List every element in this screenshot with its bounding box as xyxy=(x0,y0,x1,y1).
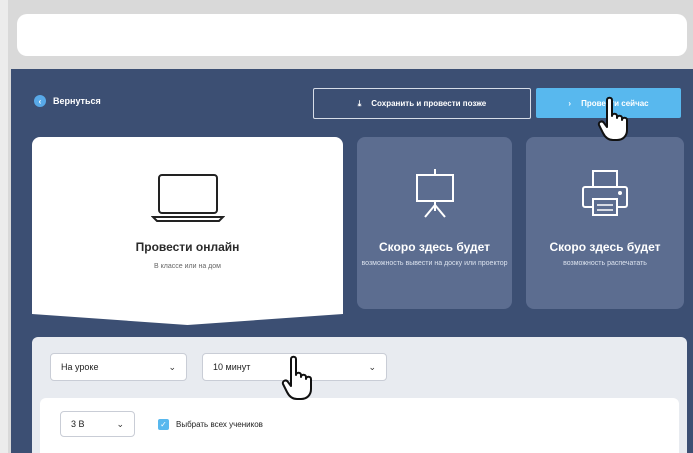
card-online-pointer xyxy=(32,305,343,325)
card-online-title: Провести онлайн xyxy=(135,240,240,254)
address-bar[interactable] xyxy=(17,14,687,56)
app-window: ‹ Вернуться ⤓ Сохранить и провести позже… xyxy=(11,69,693,453)
students-panel: 3 В ⌄ ✓ Выбрать всех учеников xyxy=(40,398,679,453)
settings-panel: На уроке ⌄ 10 минут ⌄ 3 В ⌄ ✓ Выбрать вс… xyxy=(32,337,687,453)
laptop-icon xyxy=(150,174,225,222)
printer-icon xyxy=(582,170,628,216)
back-label: Вернуться xyxy=(53,96,101,106)
chevron-down-icon: ⌄ xyxy=(168,361,176,372)
projector-board-icon xyxy=(415,169,454,218)
chevron-down-icon: ⌄ xyxy=(368,361,376,372)
duration-value: 10 минут xyxy=(213,362,251,372)
select-all-label: Выбрать всех учеников xyxy=(176,420,263,429)
class-select[interactable]: 3 В ⌄ xyxy=(60,411,135,437)
card-print-title: Скоро здесь будет xyxy=(549,240,661,254)
hand-cursor-icon xyxy=(281,355,312,400)
card-print-subtitle: возможность распечатать xyxy=(563,260,647,267)
select-all-checkbox[interactable]: ✓ Выбрать всех учеников xyxy=(158,419,263,430)
hand-cursor-icon xyxy=(597,96,628,141)
mode-select[interactable]: На уроке ⌄ xyxy=(50,353,187,381)
card-online[interactable]: Провести онлайн В классе или на дом xyxy=(32,137,343,307)
download-icon: ⤓ xyxy=(357,98,362,108)
card-board-title: Скоро здесь будет xyxy=(379,240,490,254)
back-arrow-icon: ‹ xyxy=(34,95,46,107)
back-button[interactable]: ‹ Вернуться xyxy=(34,95,101,107)
mode-value: На уроке xyxy=(61,362,99,372)
checkmark-icon: ✓ xyxy=(158,419,169,430)
save-later-button[interactable]: ⤓ Сохранить и провести позже xyxy=(313,88,531,119)
chevron-down-icon: ⌄ xyxy=(116,418,124,429)
class-value: 3 В xyxy=(71,419,85,429)
card-online-subtitle: В классе или на дом xyxy=(154,263,221,270)
save-later-label: Сохранить и провести позже xyxy=(371,99,487,108)
chevron-right-icon: › xyxy=(568,98,572,108)
card-print: Скоро здесь будет возможность распечатат… xyxy=(526,137,684,309)
card-board: Скоро здесь будет возможность вывести на… xyxy=(357,137,512,309)
card-board-subtitle: возможность вывести на доску или проекто… xyxy=(361,260,508,267)
